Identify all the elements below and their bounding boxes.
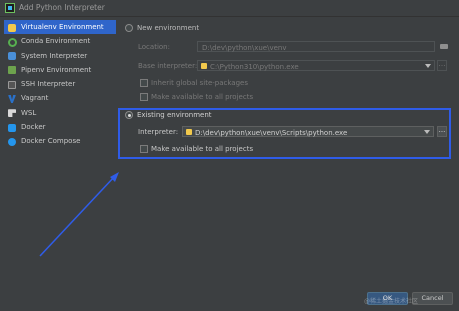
cancel-button[interactable]: Cancel — [412, 292, 453, 305]
watermark: @稀土掘金技术社区 — [364, 298, 419, 305]
annotation-arrow — [39, 172, 119, 257]
